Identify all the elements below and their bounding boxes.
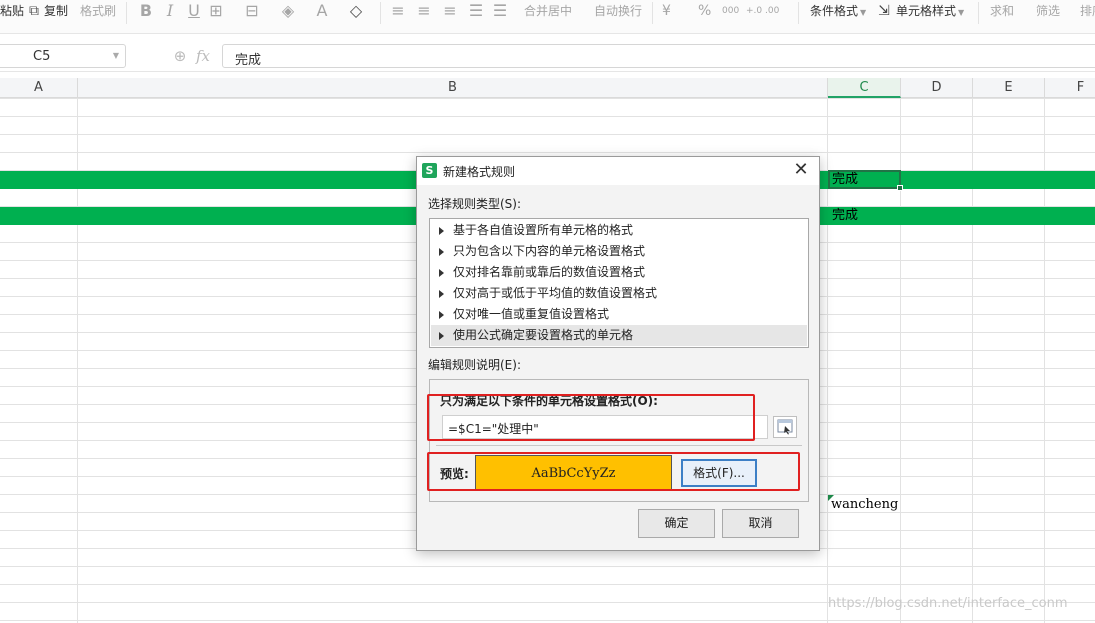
- rule-type-item-selected[interactable]: 使用公式确定要设置格式的单元格: [431, 325, 807, 346]
- cell-c23[interactable]: wancheng: [831, 496, 898, 514]
- error-indicator-icon: [828, 495, 834, 501]
- cancel-button[interactable]: 取消: [722, 509, 799, 538]
- copy-button[interactable]: 复制: [44, 2, 68, 20]
- column-header-c[interactable]: C: [828, 78, 901, 98]
- sum-button[interactable]: 求和: [990, 2, 1014, 20]
- italic-icon[interactable]: I: [160, 1, 180, 21]
- formula-bar: C5 ▼ ⊕ fx 完成: [0, 40, 1095, 72]
- function-icon[interactable]: fx: [196, 46, 216, 66]
- formula-content: 完成: [235, 53, 262, 68]
- clear-format-icon[interactable]: ◇: [346, 1, 366, 21]
- range-select-button[interactable]: [773, 416, 797, 438]
- cell-shading-icon[interactable]: ⊟: [242, 1, 262, 21]
- triangle-right-icon: [439, 332, 444, 340]
- wrap-text-button[interactable]: 自动换行: [594, 2, 642, 20]
- toolbar-divider: [380, 2, 381, 24]
- column-header-row: A B C D E F: [0, 78, 1095, 98]
- filter-button[interactable]: 筛选: [1036, 2, 1060, 20]
- distributed-icon[interactable]: ☰: [490, 1, 510, 21]
- rule-type-item[interactable]: 仅对唯一值或重复值设置格式: [431, 304, 807, 325]
- rule-type-text: 只为包含以下内容的单元格设置格式: [453, 244, 646, 258]
- increase-decimal-button[interactable]: +.0 .00: [746, 2, 779, 20]
- format-painter-button[interactable]: 格式刷: [80, 2, 116, 20]
- new-format-rule-dialog: S 新建格式规则 ✕ 选择规则类型(S): 基于各自值设置所有单元格的格式 只为…: [416, 156, 820, 551]
- thousands-button[interactable]: 000: [722, 2, 739, 20]
- rule-type-item[interactable]: 基于各自值设置所有单元格的格式: [431, 220, 807, 241]
- rule-type-item[interactable]: 仅对高于或低于平均值的数值设置格式: [431, 283, 807, 304]
- ribbon-toolbar: 粘贴 ⧉ 复制 格式刷 B I U ⊞ ⊟ ◈ A ◇ ≡ ≡ ≡ ☰ ☰ 合并…: [0, 0, 1095, 34]
- chevron-down-icon: ▼: [860, 8, 867, 17]
- triangle-right-icon: [439, 269, 444, 277]
- dialog-title: 新建格式规则: [443, 165, 516, 179]
- close-icon[interactable]: ✕: [791, 160, 811, 180]
- fill-handle[interactable]: [897, 185, 903, 191]
- cell-style-label: 单元格样式: [896, 4, 957, 18]
- rule-type-text: 使用公式确定要设置格式的单元格: [453, 328, 634, 342]
- range-select-icon: [777, 419, 793, 435]
- triangle-right-icon: [439, 248, 444, 256]
- annotation-box-format: [427, 452, 800, 491]
- column-header-e[interactable]: E: [973, 78, 1045, 98]
- cell-c7[interactable]: 完成: [832, 207, 858, 225]
- underline-icon[interactable]: U: [184, 1, 204, 21]
- rule-type-text: 仅对高于或低于平均值的数值设置格式: [453, 286, 658, 300]
- cell-style-icon: ⇲: [878, 3, 890, 19]
- conditional-format-button[interactable]: 条件格式 ▼: [810, 2, 866, 20]
- percent-button[interactable]: %: [698, 2, 711, 20]
- rule-type-label: 选择规则类型(S):: [428, 197, 522, 211]
- paste-button[interactable]: 粘贴: [0, 2, 24, 20]
- zoom-icon[interactable]: ⊕: [170, 46, 190, 66]
- column-header-b[interactable]: B: [78, 78, 828, 98]
- watermark: https://blog.csdn.net/interface_conm: [828, 596, 1068, 611]
- merge-center-button[interactable]: 合并居中: [524, 2, 572, 20]
- cell-reference: C5: [33, 49, 51, 64]
- rule-type-text: 仅对唯一值或重复值设置格式: [453, 307, 610, 321]
- border-icon[interactable]: ⊞: [206, 1, 226, 21]
- conditional-format-label: 条件格式: [810, 4, 859, 18]
- name-box[interactable]: C5 ▼: [0, 44, 126, 68]
- copy-icon: ⧉: [29, 3, 39, 19]
- triangle-right-icon: [439, 227, 444, 235]
- toolbar-divider: [652, 2, 653, 24]
- triangle-right-icon: [439, 311, 444, 319]
- align-center-icon[interactable]: ≡: [414, 1, 434, 21]
- toolbar-divider: [798, 2, 799, 24]
- formula-input[interactable]: 完成: [222, 44, 1095, 68]
- annotation-box-formula: [427, 394, 755, 441]
- align-right-icon[interactable]: ≡: [440, 1, 460, 21]
- chevron-down-icon: ▼: [958, 8, 965, 17]
- font-color-icon[interactable]: A: [312, 1, 332, 21]
- toolbar-divider: [978, 2, 979, 24]
- justify-icon[interactable]: ☰: [466, 1, 486, 21]
- column-header-d[interactable]: D: [901, 78, 973, 98]
- selected-cell-border: [828, 170, 901, 189]
- dialog-title-bar: S 新建格式规则 ✕: [417, 157, 819, 185]
- rule-type-item[interactable]: 只为包含以下内容的单元格设置格式: [431, 241, 807, 262]
- currency-button[interactable]: ¥: [662, 2, 671, 20]
- rule-type-item[interactable]: 仅对排名靠前或靠后的数值设置格式: [431, 262, 807, 283]
- spreadsheet-app: 粘贴 ⧉ 复制 格式刷 B I U ⊞ ⊟ ◈ A ◇ ≡ ≡ ≡ ☰ ☰ 合并…: [0, 0, 1095, 623]
- column-header-a[interactable]: A: [0, 78, 78, 98]
- sort-button[interactable]: 排序: [1080, 2, 1095, 20]
- column-header-f[interactable]: F: [1045, 78, 1095, 98]
- rule-type-list: 基于各自值设置所有单元格的格式 只为包含以下内容的单元格设置格式 仅对排名靠前或…: [429, 218, 809, 348]
- fill-color-icon[interactable]: ◈: [278, 1, 298, 21]
- cell-style-button[interactable]: 单元格样式 ▼: [896, 2, 964, 20]
- ok-button[interactable]: 确定: [638, 509, 715, 538]
- panel-divider: [436, 445, 802, 446]
- bold-icon[interactable]: B: [136, 1, 156, 21]
- triangle-right-icon: [439, 290, 444, 298]
- app-logo-icon: S: [422, 163, 437, 178]
- edit-rule-label: 编辑规则说明(E):: [428, 358, 521, 372]
- chevron-down-icon: ▼: [112, 51, 119, 60]
- rule-type-text: 仅对排名靠前或靠后的数值设置格式: [453, 265, 646, 279]
- align-left-icon[interactable]: ≡: [388, 1, 408, 21]
- rule-type-text: 基于各自值设置所有单元格的格式: [453, 223, 634, 237]
- toolbar-divider: [126, 2, 127, 24]
